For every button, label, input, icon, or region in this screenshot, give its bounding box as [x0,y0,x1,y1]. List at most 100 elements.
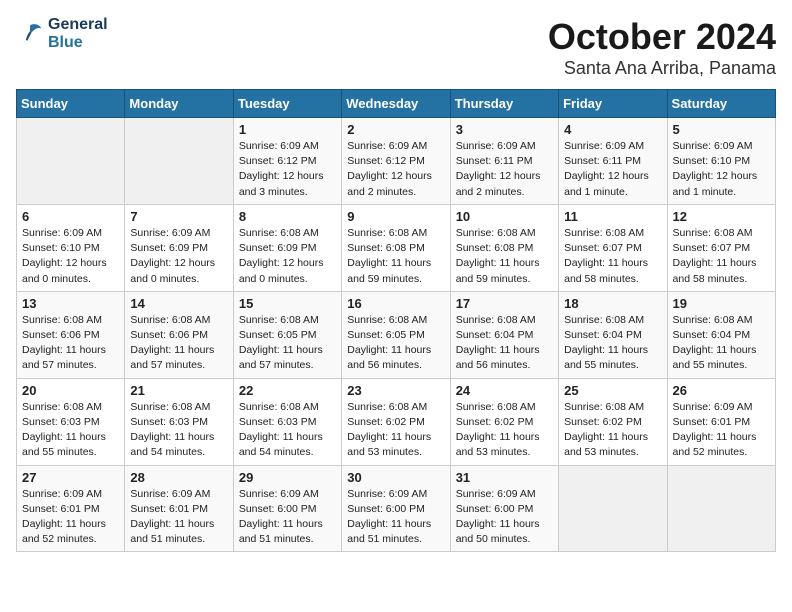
day-info: Sunrise: 6:09 AM Sunset: 6:00 PM Dayligh… [456,487,553,548]
week-row-3: 13 Sunrise: 6:08 AM Sunset: 6:06 PM Dayli… [17,291,776,378]
weekday-header-thursday: Thursday [450,90,558,118]
day-number: 7 [130,209,227,224]
day-number: 27 [22,470,119,485]
day-number: 24 [456,383,553,398]
calendar-cell: 16 Sunrise: 6:08 AM Sunset: 6:05 PM Dayli… [342,291,450,378]
calendar-table: SundayMondayTuesdayWednesdayThursdayFrid… [16,89,776,552]
calendar-cell: 27 Sunrise: 6:09 AM Sunset: 6:01 PM Dayli… [17,465,125,552]
calendar-title: October 2024 [548,16,776,58]
weekday-header-row: SundayMondayTuesdayWednesdayThursdayFrid… [17,90,776,118]
day-info: Sunrise: 6:09 AM Sunset: 6:09 PM Dayligh… [130,226,227,287]
calendar-cell: 10Sunrise: 6:08 AM Sunset: 6:08 PM Dayli… [450,204,558,291]
calendar-cell: 13 Sunrise: 6:08 AM Sunset: 6:06 PM Dayli… [17,291,125,378]
day-number: 26 [673,383,770,398]
day-info: Sunrise: 6:08 AM Sunset: 6:02 PM Dayligh… [347,400,444,461]
calendar-cell: 3 Sunrise: 6:09 AM Sunset: 6:11 PM Daylig… [450,118,558,205]
calendar-cell [125,118,233,205]
day-number: 14 [130,296,227,311]
day-number: 13 [22,296,119,311]
calendar-cell: 21 Sunrise: 6:08 AM Sunset: 6:03 PM Dayli… [125,378,233,465]
day-info: Sunrise: 6:09 AM Sunset: 6:01 PM Dayligh… [673,400,770,461]
day-number: 3 [456,122,553,137]
calendar-cell: 31 Sunrise: 6:09 AM Sunset: 6:00 PM Dayli… [450,465,558,552]
day-number: 4 [564,122,661,137]
day-info: Sunrise: 6:08 AM Sunset: 6:04 PM Dayligh… [673,313,770,374]
calendar-cell: 25Sunrise: 6:08 AM Sunset: 6:02 PM Dayli… [559,378,667,465]
week-row-1: 1 Sunrise: 6:09 AM Sunset: 6:12 PM Daylig… [17,118,776,205]
weekday-header-wednesday: Wednesday [342,90,450,118]
day-number: 18 [564,296,661,311]
day-number: 16 [347,296,444,311]
weekday-header-friday: Friday [559,90,667,118]
calendar-cell: 29 Sunrise: 6:09 AM Sunset: 6:00 PM Dayli… [233,465,341,552]
weekday-header-saturday: Saturday [667,90,775,118]
day-info: Sunrise: 6:09 AM Sunset: 6:01 PM Dayligh… [22,487,119,548]
day-info: Sunrise: 6:08 AM Sunset: 6:02 PM Dayligh… [564,400,661,461]
day-info: Sunrise: 6:08 AM Sunset: 6:04 PM Dayligh… [564,313,661,374]
logo: General Blue [16,16,108,52]
calendar-cell: 19 Sunrise: 6:08 AM Sunset: 6:04 PM Dayli… [667,291,775,378]
day-info: Sunrise: 6:08 AM Sunset: 6:03 PM Dayligh… [239,400,336,461]
day-info: Sunrise: 6:08 AM Sunset: 6:07 PM Dayligh… [564,226,661,287]
calendar-cell: 11 Sunrise: 6:08 AM Sunset: 6:07 PM Dayli… [559,204,667,291]
day-info: Sunrise: 6:08 AM Sunset: 6:06 PM Dayligh… [130,313,227,374]
day-info: Sunrise: 6:08 AM Sunset: 6:06 PM Dayligh… [22,313,119,374]
day-info: Sunrise: 6:09 AM Sunset: 6:11 PM Dayligh… [456,139,553,200]
calendar-cell: 6Sunrise: 6:09 AM Sunset: 6:10 PM Daylig… [17,204,125,291]
day-number: 11 [564,209,661,224]
day-info: Sunrise: 6:08 AM Sunset: 6:08 PM Dayligh… [347,226,444,287]
calendar-cell: 20 Sunrise: 6:08 AM Sunset: 6:03 PM Dayli… [17,378,125,465]
day-info: Sunrise: 6:08 AM Sunset: 6:05 PM Dayligh… [347,313,444,374]
day-number: 31 [456,470,553,485]
logo-text: General Blue [48,16,108,52]
calendar-cell: 17Sunrise: 6:08 AM Sunset: 6:04 PM Dayli… [450,291,558,378]
day-number: 21 [130,383,227,398]
calendar-cell: 2 Sunrise: 6:09 AM Sunset: 6:12 PM Daylig… [342,118,450,205]
day-number: 10 [456,209,553,224]
week-row-2: 6Sunrise: 6:09 AM Sunset: 6:10 PM Daylig… [17,204,776,291]
day-number: 12 [673,209,770,224]
day-number: 30 [347,470,444,485]
weekday-header-sunday: Sunday [17,90,125,118]
weekday-header-tuesday: Tuesday [233,90,341,118]
day-number: 1 [239,122,336,137]
weekday-header-monday: Monday [125,90,233,118]
calendar-cell: 12Sunrise: 6:08 AM Sunset: 6:07 PM Dayli… [667,204,775,291]
calendar-cell: 9 Sunrise: 6:08 AM Sunset: 6:08 PM Daylig… [342,204,450,291]
calendar-cell: 4Sunrise: 6:09 AM Sunset: 6:11 PM Daylig… [559,118,667,205]
day-info: Sunrise: 6:09 AM Sunset: 6:01 PM Dayligh… [130,487,227,548]
title-area: October 2024 Santa Ana Arriba, Panama [548,16,776,79]
day-number: 20 [22,383,119,398]
day-number: 8 [239,209,336,224]
calendar-cell: 1 Sunrise: 6:09 AM Sunset: 6:12 PM Daylig… [233,118,341,205]
day-number: 9 [347,209,444,224]
day-number: 15 [239,296,336,311]
day-info: Sunrise: 6:08 AM Sunset: 6:04 PM Dayligh… [456,313,553,374]
day-number: 23 [347,383,444,398]
day-number: 5 [673,122,770,137]
day-info: Sunrise: 6:09 AM Sunset: 6:10 PM Dayligh… [673,139,770,200]
calendar-cell: 5 Sunrise: 6:09 AM Sunset: 6:10 PM Daylig… [667,118,775,205]
day-number: 19 [673,296,770,311]
calendar-cell: 18 Sunrise: 6:08 AM Sunset: 6:04 PM Dayli… [559,291,667,378]
day-number: 28 [130,470,227,485]
calendar-cell: 14 Sunrise: 6:08 AM Sunset: 6:06 PM Dayli… [125,291,233,378]
calendar-cell [17,118,125,205]
day-info: Sunrise: 6:09 AM Sunset: 6:12 PM Dayligh… [239,139,336,200]
calendar-cell: 24 Sunrise: 6:08 AM Sunset: 6:02 PM Dayli… [450,378,558,465]
calendar-cell: 30Sunrise: 6:09 AM Sunset: 6:00 PM Dayli… [342,465,450,552]
day-info: Sunrise: 6:09 AM Sunset: 6:12 PM Dayligh… [347,139,444,200]
day-info: Sunrise: 6:08 AM Sunset: 6:03 PM Dayligh… [22,400,119,461]
day-info: Sunrise: 6:09 AM Sunset: 6:00 PM Dayligh… [239,487,336,548]
calendar-cell: 7 Sunrise: 6:09 AM Sunset: 6:09 PM Daylig… [125,204,233,291]
day-number: 2 [347,122,444,137]
day-info: Sunrise: 6:08 AM Sunset: 6:02 PM Dayligh… [456,400,553,461]
calendar-cell: 15 Sunrise: 6:08 AM Sunset: 6:05 PM Dayli… [233,291,341,378]
calendar-subtitle: Santa Ana Arriba, Panama [548,58,776,79]
week-row-4: 20 Sunrise: 6:08 AM Sunset: 6:03 PM Dayli… [17,378,776,465]
day-info: Sunrise: 6:08 AM Sunset: 6:05 PM Dayligh… [239,313,336,374]
week-row-5: 27 Sunrise: 6:09 AM Sunset: 6:01 PM Dayli… [17,465,776,552]
day-number: 29 [239,470,336,485]
calendar-cell [667,465,775,552]
day-info: Sunrise: 6:08 AM Sunset: 6:03 PM Dayligh… [130,400,227,461]
